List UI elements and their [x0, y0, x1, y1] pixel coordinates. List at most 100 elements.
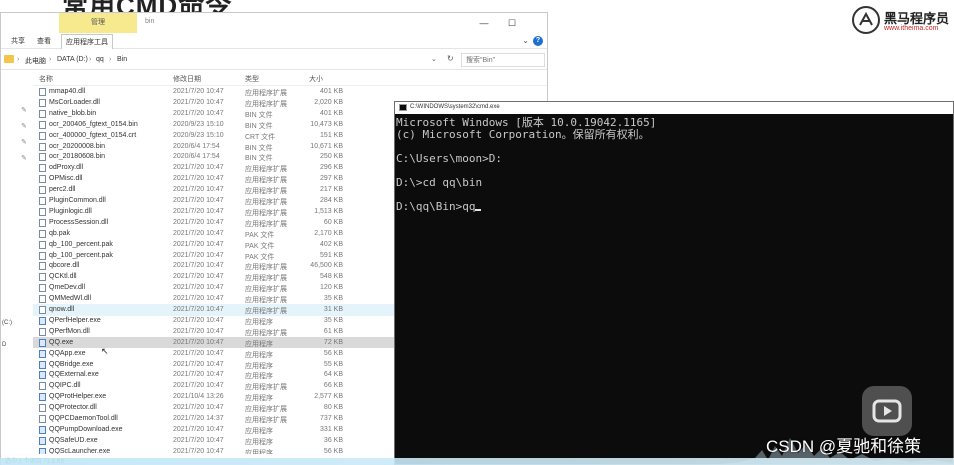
file-name: QCKtl.dll [49, 273, 77, 281]
file-name: ProcessSession.dll [49, 218, 109, 226]
cmd-titlebar: C:\WINDOWS\system32\cmd.exe [395, 102, 953, 114]
col-type[interactable]: 类型 [245, 74, 259, 84]
file-icon [39, 207, 46, 216]
file-date: 2021/7/20 10:47 [173, 436, 224, 444]
file-size: 80 KB [323, 404, 343, 412]
window-title: bin [145, 18, 155, 25]
maximize-button[interactable]: ☐ [505, 17, 519, 29]
nav-item-d-drive[interactable]: D [2, 342, 6, 348]
file-name: QMMedWl.dll [49, 295, 92, 303]
file-name: QQExternal.exe [49, 371, 99, 379]
file-name: qnow.dll [49, 306, 75, 313]
chevron-down-icon[interactable]: ⌄ [522, 36, 529, 45]
nav-item-c-drive[interactable]: (C:) [2, 320, 12, 326]
file-size: 56 KB [323, 349, 343, 357]
file-size: 401 KB [320, 109, 343, 117]
search-icon: ⌕ [467, 55, 471, 62]
file-name: odProxy.dll [49, 164, 84, 172]
terminal-line: C:\Users\moon>D: [396, 152, 502, 165]
file-size: 10,671 KB [310, 142, 343, 150]
file-icon [39, 88, 46, 96]
file-name: native_blob.bin [49, 109, 97, 117]
pin-icon[interactable]: ✎ [21, 154, 27, 162]
terminal-line: D:\qq\Bin>qq [396, 201, 952, 213]
file-size: 55 KB [323, 360, 343, 368]
file-date: 2021/7/20 10:47 [173, 306, 224, 313]
file-size: 250 KB [320, 153, 343, 161]
file-date: 2021/7/20 10:47 [173, 88, 224, 95]
file-name: ocr_20200008.bin [49, 142, 106, 150]
folder-icon [4, 55, 14, 63]
manage-label: 管理 [91, 19, 105, 26]
terminal-line: (c) Microsoft Corporation。保留所有权利。 [396, 128, 650, 141]
chevron-right-icon: › [49, 56, 52, 63]
file-date: 2020/9/23 15:10 [173, 131, 224, 139]
file-date: 2021/7/20 10:47 [173, 295, 224, 303]
video-play-icon[interactable] [862, 386, 912, 436]
exe-file-icon [39, 316, 46, 325]
video-progress-bar[interactable] [0, 458, 954, 465]
breadcrumb-bin[interactable]: Bin [117, 56, 127, 63]
file-name: QQBridge.exe [49, 360, 94, 368]
file-name: QQSafeUD.exe [49, 436, 98, 444]
file-date: 2021/7/20 10:47 [173, 164, 224, 172]
file-icon [39, 284, 46, 293]
file-name: QQIPC.dll [49, 382, 81, 390]
help-icon[interactable]: ? [533, 36, 543, 46]
pin-icon[interactable]: ✎ [21, 122, 27, 130]
file-size: 10,473 KB [310, 120, 343, 128]
file-icon [39, 415, 46, 423]
file-date: 2021/7/20 10:47 [173, 338, 224, 346]
file-name: QQProtector.dll [49, 404, 97, 412]
minimize-button[interactable]: — [477, 17, 491, 29]
file-size: 2,170 KB [314, 229, 343, 237]
search-input[interactable] [461, 53, 545, 67]
file-date: 2021/7/20 10:47 [173, 98, 224, 106]
address-bar: › 此电脑 › DATA (D:) › qq › Bin ⌄ ↻ ⌕ [1, 50, 547, 70]
chevron-right-icon: › [89, 56, 92, 63]
file-name: QPerfMon.dll [49, 327, 90, 335]
file-icon [39, 382, 46, 391]
col-name[interactable]: 名称 [39, 74, 53, 84]
tab-share[interactable]: 共享 [11, 36, 25, 46]
address-dropdown-icon[interactable]: ⌄ [431, 55, 437, 63]
file-date: 2021/7/20 10:47 [173, 284, 224, 292]
col-date[interactable]: 修改日期 [173, 74, 201, 84]
exe-file-icon [39, 425, 46, 434]
file-date: 2021/7/20 10:47 [173, 197, 224, 204]
breadcrumb-qq[interactable]: qq [96, 56, 104, 63]
refresh-icon[interactable]: ↻ [447, 54, 454, 63]
text-caret [475, 209, 482, 211]
file-name: Pluginlogic.dll [49, 207, 92, 215]
file-icon [39, 240, 46, 249]
file-date: 2021/7/20 14:37 [173, 415, 224, 422]
file-size: 151 KB [320, 131, 343, 139]
file-size: 72 KB [323, 338, 343, 346]
file-size: 66 KB [323, 382, 343, 390]
file-icon [39, 327, 46, 336]
ribbon-context-tab-manage[interactable]: 管理 [59, 13, 137, 33]
pin-icon[interactable]: ✎ [21, 106, 27, 114]
file-icon [39, 120, 46, 129]
file-date: 2021/7/20 10:47 [173, 327, 224, 335]
breadcrumb-this-pc[interactable]: 此电脑 [25, 56, 46, 66]
tab-view[interactable]: 查看 [37, 36, 51, 46]
breadcrumb-data-drive[interactable]: DATA (D:) [57, 56, 88, 63]
file-name: MsCorLoader.dll [49, 98, 100, 106]
file-name: qbcore.dll [49, 262, 80, 270]
explorer-titlebar: 管理 bin — ☐ [1, 13, 547, 33]
brand-logo: 黑马程序员 www.itheima.com [852, 6, 952, 36]
col-size[interactable]: 大小 [309, 74, 323, 84]
exe-file-icon [39, 338, 46, 347]
cmd-title: C:\WINDOWS\system32\cmd.exe [410, 104, 500, 110]
file-icon [39, 218, 46, 227]
file-size: 31 KB [323, 306, 343, 313]
pin-icon[interactable]: ✎ [21, 138, 27, 146]
file-date: 2021/7/20 10:47 [173, 251, 224, 259]
file-size: 331 KB [320, 425, 343, 433]
file-icon [39, 164, 46, 173]
exe-file-icon [39, 360, 46, 369]
file-size: 737 KB [320, 415, 343, 422]
tab-app-tools[interactable]: 应用程序工具 [61, 34, 113, 49]
terminal-line: D:\>cd qq\bin [396, 176, 483, 189]
